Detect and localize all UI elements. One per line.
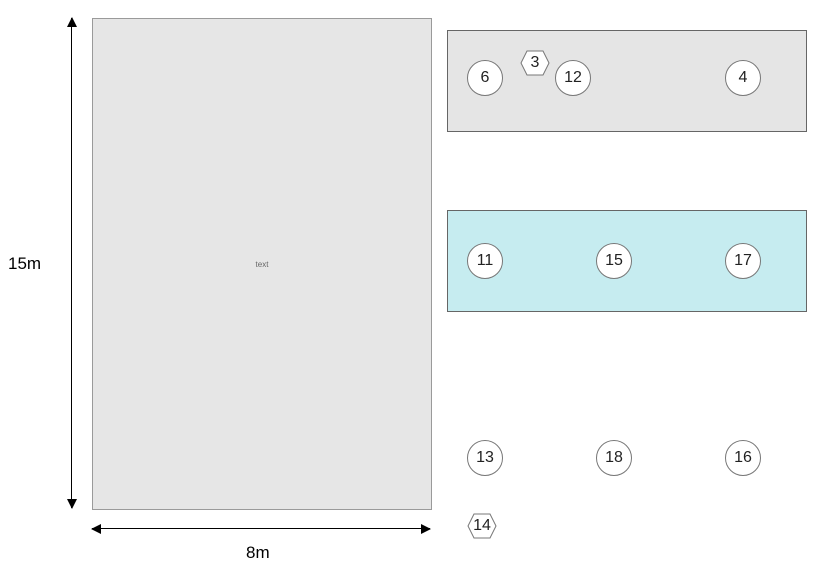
main-area-rect: text bbox=[92, 18, 432, 510]
diagram-canvas: text 15m 8m 6 3 12 4 11 15 17 13 18 16 1… bbox=[0, 0, 814, 579]
node-circle: 6 bbox=[467, 60, 503, 96]
height-dimension-arrow bbox=[71, 18, 72, 508]
node-circle: 16 bbox=[725, 440, 761, 476]
node-circle: 17 bbox=[725, 243, 761, 279]
width-dimension-label: 8m bbox=[246, 543, 270, 563]
main-area-label: text bbox=[256, 260, 269, 269]
width-dimension-arrow bbox=[92, 528, 430, 529]
height-dimension-label: 15m bbox=[8, 254, 41, 274]
node-circle: 18 bbox=[596, 440, 632, 476]
node-hexagon: 3 bbox=[520, 50, 550, 76]
node-circle: 15 bbox=[596, 243, 632, 279]
node-circle: 4 bbox=[725, 60, 761, 96]
node-hexagon: 14 bbox=[467, 513, 497, 539]
node-circle: 11 bbox=[467, 243, 503, 279]
node-circle: 12 bbox=[555, 60, 591, 96]
node-circle: 13 bbox=[467, 440, 503, 476]
